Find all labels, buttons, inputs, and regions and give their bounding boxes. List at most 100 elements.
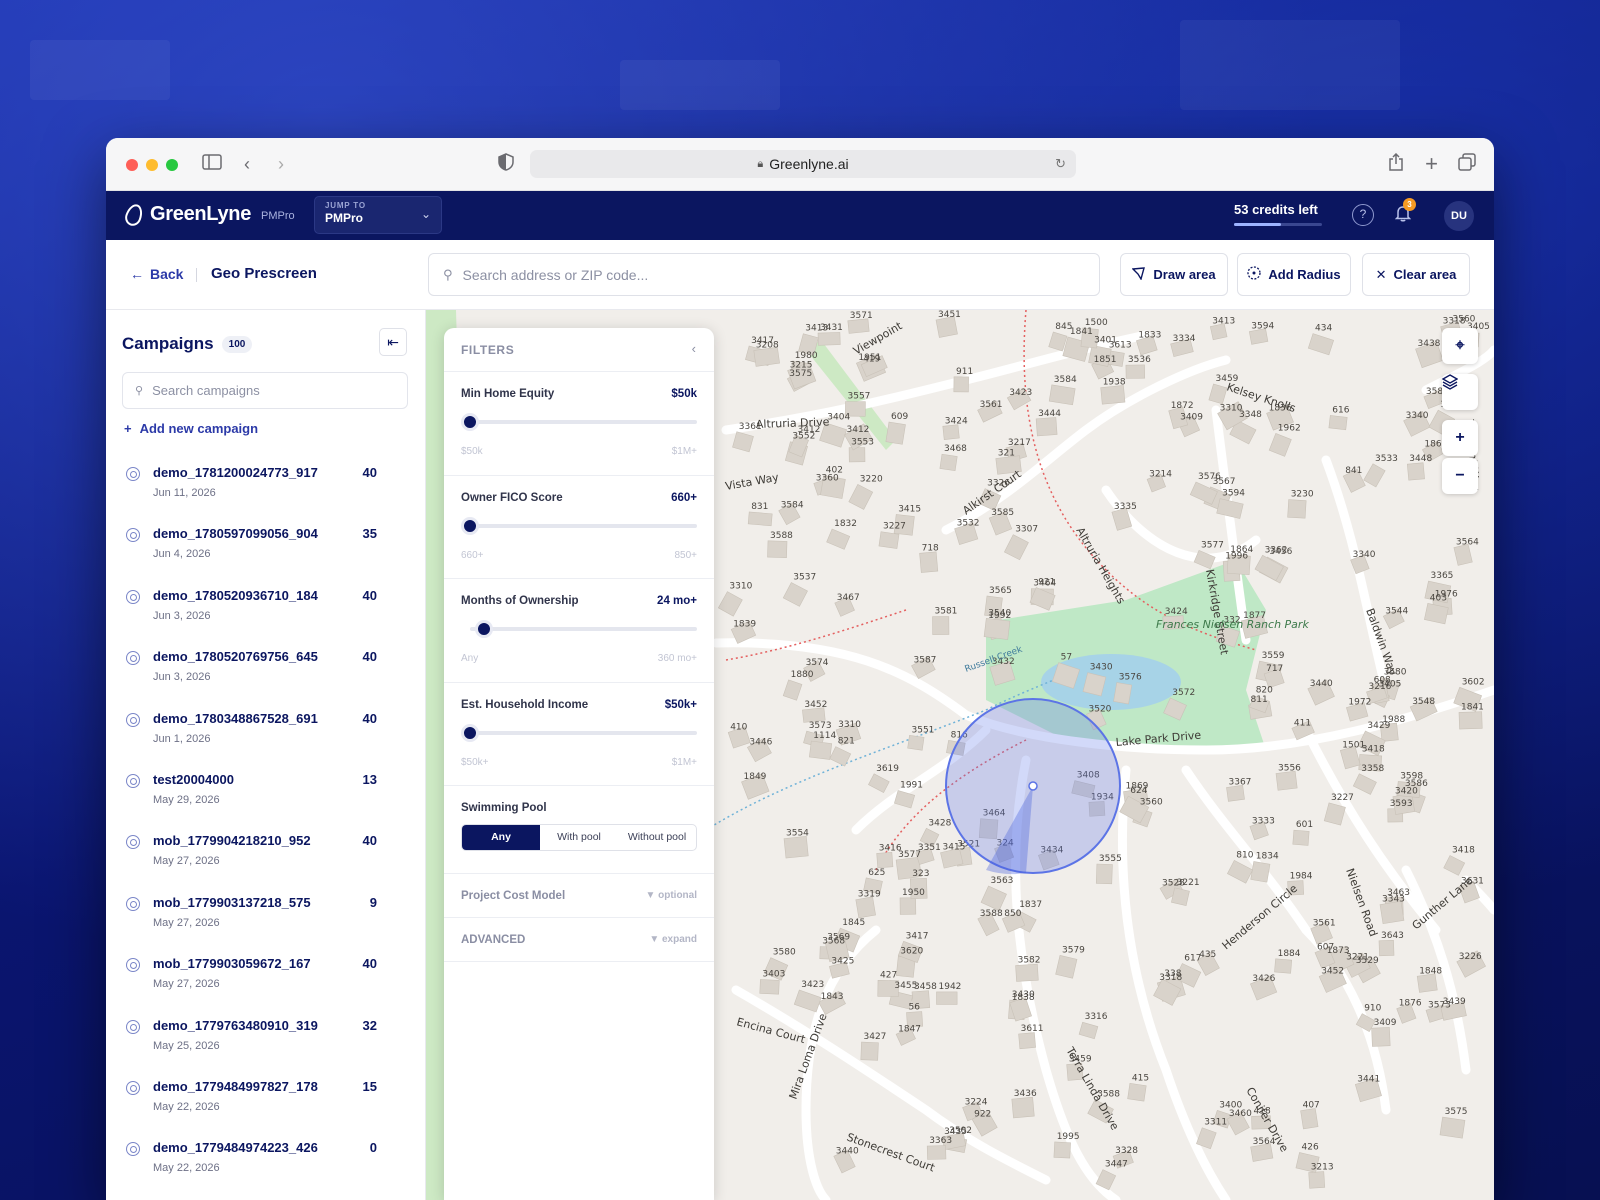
browser-forward-icon[interactable]: › <box>278 153 284 175</box>
address-number: 1872 <box>1171 401 1194 411</box>
slider-handle[interactable] <box>461 723 479 742</box>
address-number: 3563 <box>991 876 1014 886</box>
campaign-date: May 29, 2026 <box>153 793 220 806</box>
campaign-search-input[interactable]: ⚲ Search campaigns <box>122 372 408 409</box>
campaign-list-item[interactable]: test20004000 May 29, 2026 13 <box>106 767 425 828</box>
zoom-in-button[interactable]: + <box>1442 420 1478 456</box>
app-logo[interactable]: GreenLyne PMPro <box>122 201 295 228</box>
address-number: 1843 <box>821 992 844 1002</box>
address-number: 1841 <box>1461 702 1484 712</box>
back-button[interactable]: ← Back <box>130 266 183 282</box>
slider-value: 660+ <box>671 491 697 504</box>
building <box>868 773 890 793</box>
slider-max-label: 850+ <box>674 549 697 561</box>
building <box>876 851 894 869</box>
slider-value: $50k+ <box>664 698 697 711</box>
browser-back-icon[interactable]: ‹ <box>244 153 250 175</box>
background-shape <box>30 40 170 100</box>
address-number: 3310 <box>838 720 861 730</box>
building <box>826 528 851 550</box>
campaign-list-item[interactable]: demo_1780348867528_691 Jun 1, 2026 40 <box>106 706 425 767</box>
campaign-list-item[interactable]: demo_1780597099056_904 Jun 4, 2026 35 <box>106 521 425 582</box>
advanced-row[interactable]: ADVANCED ▼ expand <box>444 918 714 962</box>
campaign-list-item[interactable]: demo_1779763480910_319 May 25, 2026 32 <box>106 1013 425 1074</box>
address-number: 3560 <box>1140 798 1163 808</box>
jump-to-select[interactable]: JUMP TO PMPro ⌄ <box>314 196 442 234</box>
reload-icon[interactable]: ↻ <box>1055 156 1066 172</box>
address-number: 1995 <box>1057 1132 1080 1142</box>
help-icon[interactable]: ? <box>1352 204 1374 226</box>
address-number: 3467 <box>837 593 860 603</box>
building <box>1053 1141 1071 1159</box>
slider-handle[interactable] <box>461 413 479 431</box>
address-search-input[interactable]: ⚲ Search address or ZIP code... <box>428 253 1100 296</box>
brand-sub: PMPro <box>261 210 295 222</box>
target-icon <box>126 896 140 911</box>
pool-option-without-pool[interactable]: Without pool <box>618 825 696 850</box>
campaign-list-item[interactable]: demo_1780520936710_184 Jun 3, 2026 40 <box>106 583 425 644</box>
layers-button[interactable] <box>1442 374 1478 410</box>
locate-button[interactable]: ⌖ <box>1442 328 1478 364</box>
project-cost-model-row[interactable]: Project Cost Model ▼ optional <box>444 874 714 918</box>
campaign-list-item[interactable]: demo_1779484997827_178 May 22, 2026 15 <box>106 1074 425 1135</box>
window-zoom-button[interactable] <box>166 159 178 171</box>
address-number: 3310 <box>1220 404 1243 414</box>
address-number: 1972 <box>1348 698 1371 708</box>
user-avatar[interactable]: DU <box>1444 201 1474 231</box>
address-number: 3230 <box>1291 490 1314 500</box>
address-number: 3544 <box>1385 606 1408 616</box>
add-campaign-button[interactable]: + Add new campaign <box>124 421 258 436</box>
pool-option-any[interactable]: Any <box>462 825 540 850</box>
address-number: 403 <box>1430 593 1447 603</box>
slider-track[interactable] <box>461 516 697 535</box>
pool-option-with-pool[interactable]: With pool <box>540 825 618 850</box>
address-number: 3429 <box>1367 721 1390 731</box>
zoom-out-button[interactable]: − <box>1442 458 1478 494</box>
campaign-list-item[interactable]: mob_1779903059672_167 May 27, 2026 40 <box>106 951 425 1012</box>
address-number: 3602 <box>1462 677 1485 687</box>
collapse-sidebar-button[interactable]: ⇤ <box>379 328 407 356</box>
clear-area-button[interactable]: ✕ Clear area <box>1362 253 1470 296</box>
campaign-list-item[interactable]: mob_1779903137218_575 May 27, 2026 9 <box>106 890 425 951</box>
filters-title: FILTERS <box>461 343 515 357</box>
building <box>848 483 874 510</box>
address-number: 718 <box>922 543 939 553</box>
campaign-list-item[interactable]: mob_1779904218210_952 May 27, 2026 40 <box>106 828 425 889</box>
campaign-list-item[interactable]: demo_1780520769756_645 Jun 3, 2026 40 <box>106 644 425 705</box>
slider-track[interactable] <box>461 413 697 431</box>
add-radius-button[interactable]: Add Radius <box>1237 253 1351 296</box>
campaign-list-item[interactable]: demo_1779484974223_426 May 22, 2026 0 <box>106 1135 425 1196</box>
address-number: 3367 <box>1229 778 1252 788</box>
campaign-date: Jun 3, 2026 <box>153 671 211 684</box>
address-number: 1876 <box>1399 999 1422 1009</box>
address-bar[interactable]: 🔒︎ Greenlyne.ai ↻ <box>530 150 1076 178</box>
campaign-list-item[interactable]: demo_1781200024773_917 Jun 11, 2026 40 <box>106 460 425 521</box>
address-number: 3365 <box>1431 571 1454 581</box>
sidebar-toggle-icon[interactable] <box>202 153 222 175</box>
share-icon[interactable] <box>1388 152 1404 176</box>
slider-value: 24 mo+ <box>657 595 697 607</box>
building <box>1003 534 1029 561</box>
chevron-left-icon[interactable]: ‹ <box>692 341 696 356</box>
address-number: 3564 <box>1456 538 1479 548</box>
campaign-name: demo_1780520769756_645 <box>153 649 318 665</box>
privacy-shield-icon[interactable] <box>498 153 514 176</box>
target-icon <box>126 1080 140 1095</box>
target-icon <box>126 773 140 788</box>
building <box>953 376 969 393</box>
jump-to-label: JUMP TO <box>325 201 366 210</box>
draw-area-button[interactable]: Draw area <box>1120 253 1228 296</box>
window-close-button[interactable] <box>126 159 138 171</box>
slider-track[interactable] <box>461 723 697 742</box>
window-minimize-button[interactable] <box>146 159 158 171</box>
tab-overview-icon[interactable] <box>1458 153 1476 176</box>
slider-track[interactable] <box>470 620 697 638</box>
lock-icon: 🔒︎ <box>757 157 764 170</box>
radius-center-handle[interactable] <box>1028 781 1038 791</box>
address-bar-url: Greenlyne.ai <box>769 156 849 172</box>
slider-handle[interactable] <box>461 516 479 535</box>
address-number: 3334 <box>1173 334 1196 344</box>
slider-handle[interactable] <box>474 620 493 638</box>
building <box>1458 711 1483 730</box>
new-tab-icon[interactable]: + <box>1425 153 1438 175</box>
